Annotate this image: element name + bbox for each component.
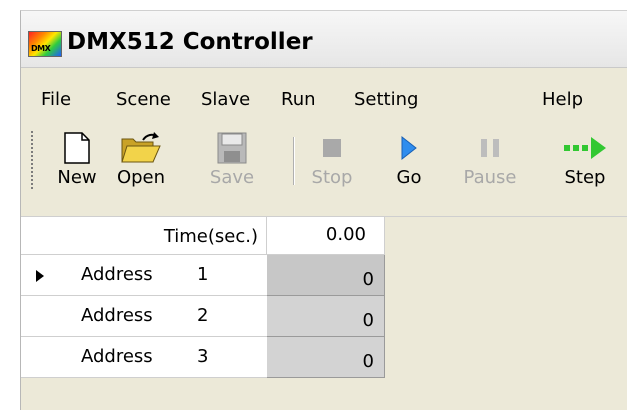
window-title: DMX512 Controller: [67, 29, 313, 55]
menu-slave[interactable]: Slave: [201, 89, 250, 110]
step-forward-icon: [564, 137, 606, 159]
pause-label: Pause: [463, 167, 517, 188]
table-row-header[interactable]: Address 3: [21, 337, 267, 378]
row-label: Address: [81, 346, 153, 367]
table-row-header[interactable]: Address 2: [21, 296, 267, 337]
go-button[interactable]: Go: [385, 129, 433, 191]
menu-run[interactable]: Run: [281, 89, 316, 110]
app-icon-text: DMX: [31, 44, 51, 53]
open-folder-icon: [121, 132, 161, 163]
go-label: Go: [396, 167, 422, 188]
menu-file[interactable]: File: [41, 89, 71, 110]
row-label: Address: [81, 305, 153, 326]
time-header-cell: Time(sec.): [21, 217, 267, 255]
dmx-app-icon: DMX: [28, 31, 62, 57]
stop-label: Stop: [311, 167, 353, 188]
main-window: DMX DMX512 Controller File Scene Slave R…: [20, 10, 627, 410]
address-grid: Time(sec.) 0.00 Address 1 0 Address 2 0 …: [21, 216, 627, 410]
open-button[interactable]: Open: [111, 129, 171, 191]
new-document-icon: [64, 132, 90, 164]
play-icon: [401, 135, 417, 161]
toolbar-grip[interactable]: [31, 131, 33, 189]
table-cell-value[interactable]: 0: [267, 296, 385, 337]
step-label: Step: [564, 167, 606, 188]
row-number: 1: [197, 264, 209, 285]
row-number: 3: [197, 346, 209, 367]
title-bar[interactable]: DMX DMX512 Controller: [21, 11, 627, 68]
table-cell-value[interactable]: 0: [267, 337, 385, 378]
table-cell-value[interactable]: 0: [267, 255, 385, 296]
menu-help[interactable]: Help: [542, 89, 583, 110]
pause-icon: [481, 139, 499, 157]
open-label: Open: [116, 167, 166, 188]
new-label: New: [57, 167, 97, 188]
menu-bar: File Scene Slave Run Setting Help: [21, 83, 627, 117]
save-label: Save: [209, 167, 255, 188]
pause-button[interactable]: Pause: [455, 129, 525, 191]
row-label: Address: [81, 264, 153, 285]
cell-value: 0: [362, 310, 374, 331]
time-header-label: Time(sec.): [163, 226, 258, 247]
new-button[interactable]: New: [47, 129, 107, 191]
menu-setting[interactable]: Setting: [354, 89, 418, 110]
current-row-arrow-icon: [36, 270, 44, 282]
cell-value: 0: [362, 269, 374, 290]
save-disk-icon: [217, 132, 247, 164]
step-button[interactable]: Step: [552, 129, 618, 191]
row-number: 2: [197, 305, 209, 326]
toolbar: New Open Save Stop Go Pause Step: [21, 123, 627, 195]
stop-icon: [323, 139, 341, 157]
time-value-cell[interactable]: 0.00: [267, 217, 385, 255]
save-button[interactable]: Save: [201, 129, 263, 191]
stop-button[interactable]: Stop: [303, 129, 361, 191]
toolbar-separator: [293, 137, 295, 185]
time-value: 0.00: [325, 224, 366, 245]
cell-value: 0: [362, 351, 374, 372]
menu-scene[interactable]: Scene: [116, 89, 171, 110]
table-row-header[interactable]: Address 1: [21, 255, 267, 296]
